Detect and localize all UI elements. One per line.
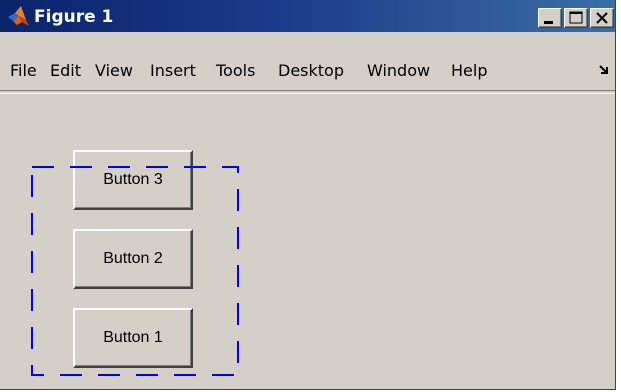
close-icon <box>596 12 608 24</box>
menu-window[interactable]: Window <box>367 61 430 80</box>
menu-bar: File Edit View Insert Tools Desktop Wind… <box>0 55 615 83</box>
menu-file[interactable]: File <box>10 61 37 80</box>
maximize-icon <box>569 11 583 24</box>
minimize-icon <box>544 21 553 24</box>
title-bar[interactable]: Figure 1 <box>0 0 615 32</box>
window-title: Figure 1 <box>34 7 114 27</box>
menu-edit[interactable]: Edit <box>50 61 81 80</box>
menu-desktop[interactable]: Desktop <box>278 61 344 80</box>
maximize-button[interactable] <box>564 8 588 28</box>
menu-separator <box>0 90 615 94</box>
button-1[interactable]: Button 1 <box>73 308 193 368</box>
button-2[interactable]: Button 2 <box>73 229 193 289</box>
button-3[interactable]: Button 3 <box>73 150 193 210</box>
menu-insert[interactable]: Insert <box>150 61 196 80</box>
matlab-logo-icon <box>8 6 29 26</box>
menu-help[interactable]: Help <box>451 61 487 80</box>
close-button[interactable] <box>590 8 614 28</box>
dock-arrow-icon[interactable] <box>597 63 611 77</box>
minimize-button[interactable] <box>538 8 562 28</box>
menu-tools[interactable]: Tools <box>216 61 255 80</box>
figure-window: Figure 1 File Edit View Insert Tools Des… <box>0 0 616 390</box>
menu-view[interactable]: View <box>95 61 133 80</box>
